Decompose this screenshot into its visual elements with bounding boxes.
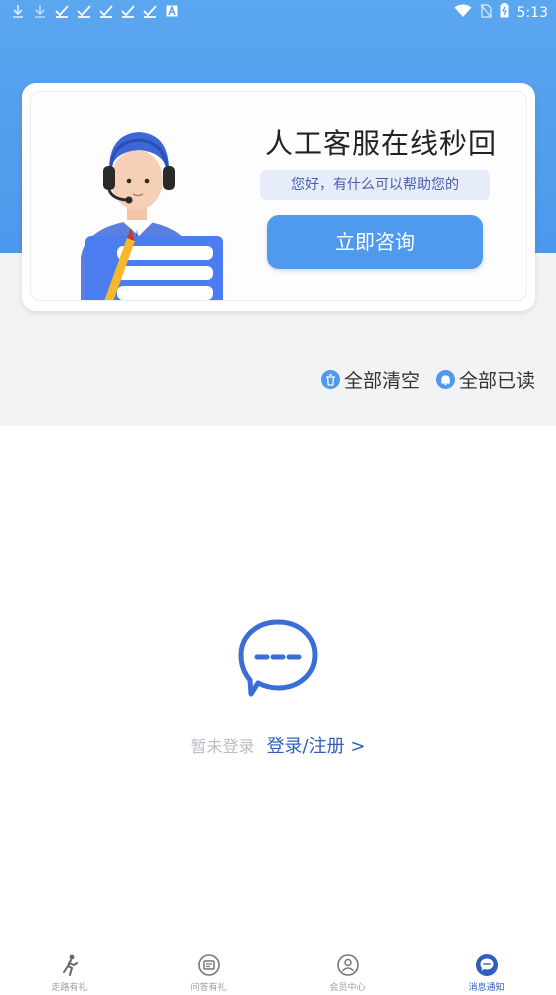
chat-bubble-icon [238, 619, 318, 697]
clock: 5:13 [516, 4, 548, 21]
banner-title: 人工客服在线秒回 [265, 127, 498, 160]
not-logged-in-text: 暂未登录 [190, 737, 255, 756]
customer-service-banner[interactable]: 人工客服在线秒回 您好，有什么可以帮助您的 立即咨询 [22, 83, 535, 311]
tab-label: 消息通知 [468, 983, 505, 993]
system-icons: 5:13 [454, 3, 548, 22]
login-prompt: 暂未登录 登录/注册 > [0, 732, 556, 758]
mark-all-read-button[interactable]: 全部已读 [435, 366, 535, 393]
running-person-icon [58, 953, 82, 977]
tab-message-notice[interactable]: 消息通知 [417, 945, 556, 995]
consult-now-button[interactable]: 立即咨询 [267, 215, 483, 269]
tab-member-center[interactable]: 会员中心 [278, 945, 417, 995]
message-actions: 全部清空 全部已读 [320, 366, 535, 393]
tab-walk-reward[interactable]: 走路有礼 [0, 945, 139, 995]
notification-icons [10, 3, 180, 19]
banner-inner: 人工客服在线秒回 您好，有什么可以帮助您的 立即咨询 [30, 91, 527, 301]
bottom-tab-bar: 走路有礼 问答有礼 会员中心 消息通知 [0, 945, 556, 995]
tab-label: 走路有礼 [51, 983, 88, 993]
check-icon [98, 3, 114, 19]
banner-subtitle: 您好，有什么可以帮助您的 [260, 170, 490, 200]
check-icon [120, 3, 136, 19]
agent-illustration [81, 132, 223, 300]
status-bar: 5:13 [0, 0, 556, 24]
message-icon [475, 953, 499, 977]
download-icon [10, 3, 26, 19]
clear-all-button[interactable]: 全部清空 [320, 366, 420, 393]
sim-off-icon [480, 3, 492, 22]
mark-all-read-label: 全部已读 [458, 370, 535, 392]
bell-icon [435, 370, 455, 389]
check-icon [142, 3, 158, 19]
download-icon [32, 3, 48, 19]
tab-quiz-reward[interactable]: 问答有礼 [139, 945, 278, 995]
check-icon [54, 3, 70, 19]
clear-all-label: 全部清空 [343, 370, 420, 392]
check-icon [76, 3, 92, 19]
tab-label: 会员中心 [329, 983, 366, 993]
trash-icon [320, 370, 340, 389]
battery-icon [500, 3, 509, 22]
login-register-link[interactable]: 登录/注册 > [267, 732, 366, 758]
a-box-icon [164, 3, 180, 19]
quiz-icon [197, 953, 221, 977]
tab-label: 问答有礼 [190, 983, 227, 993]
wifi-icon [454, 4, 472, 22]
member-icon [336, 953, 360, 977]
